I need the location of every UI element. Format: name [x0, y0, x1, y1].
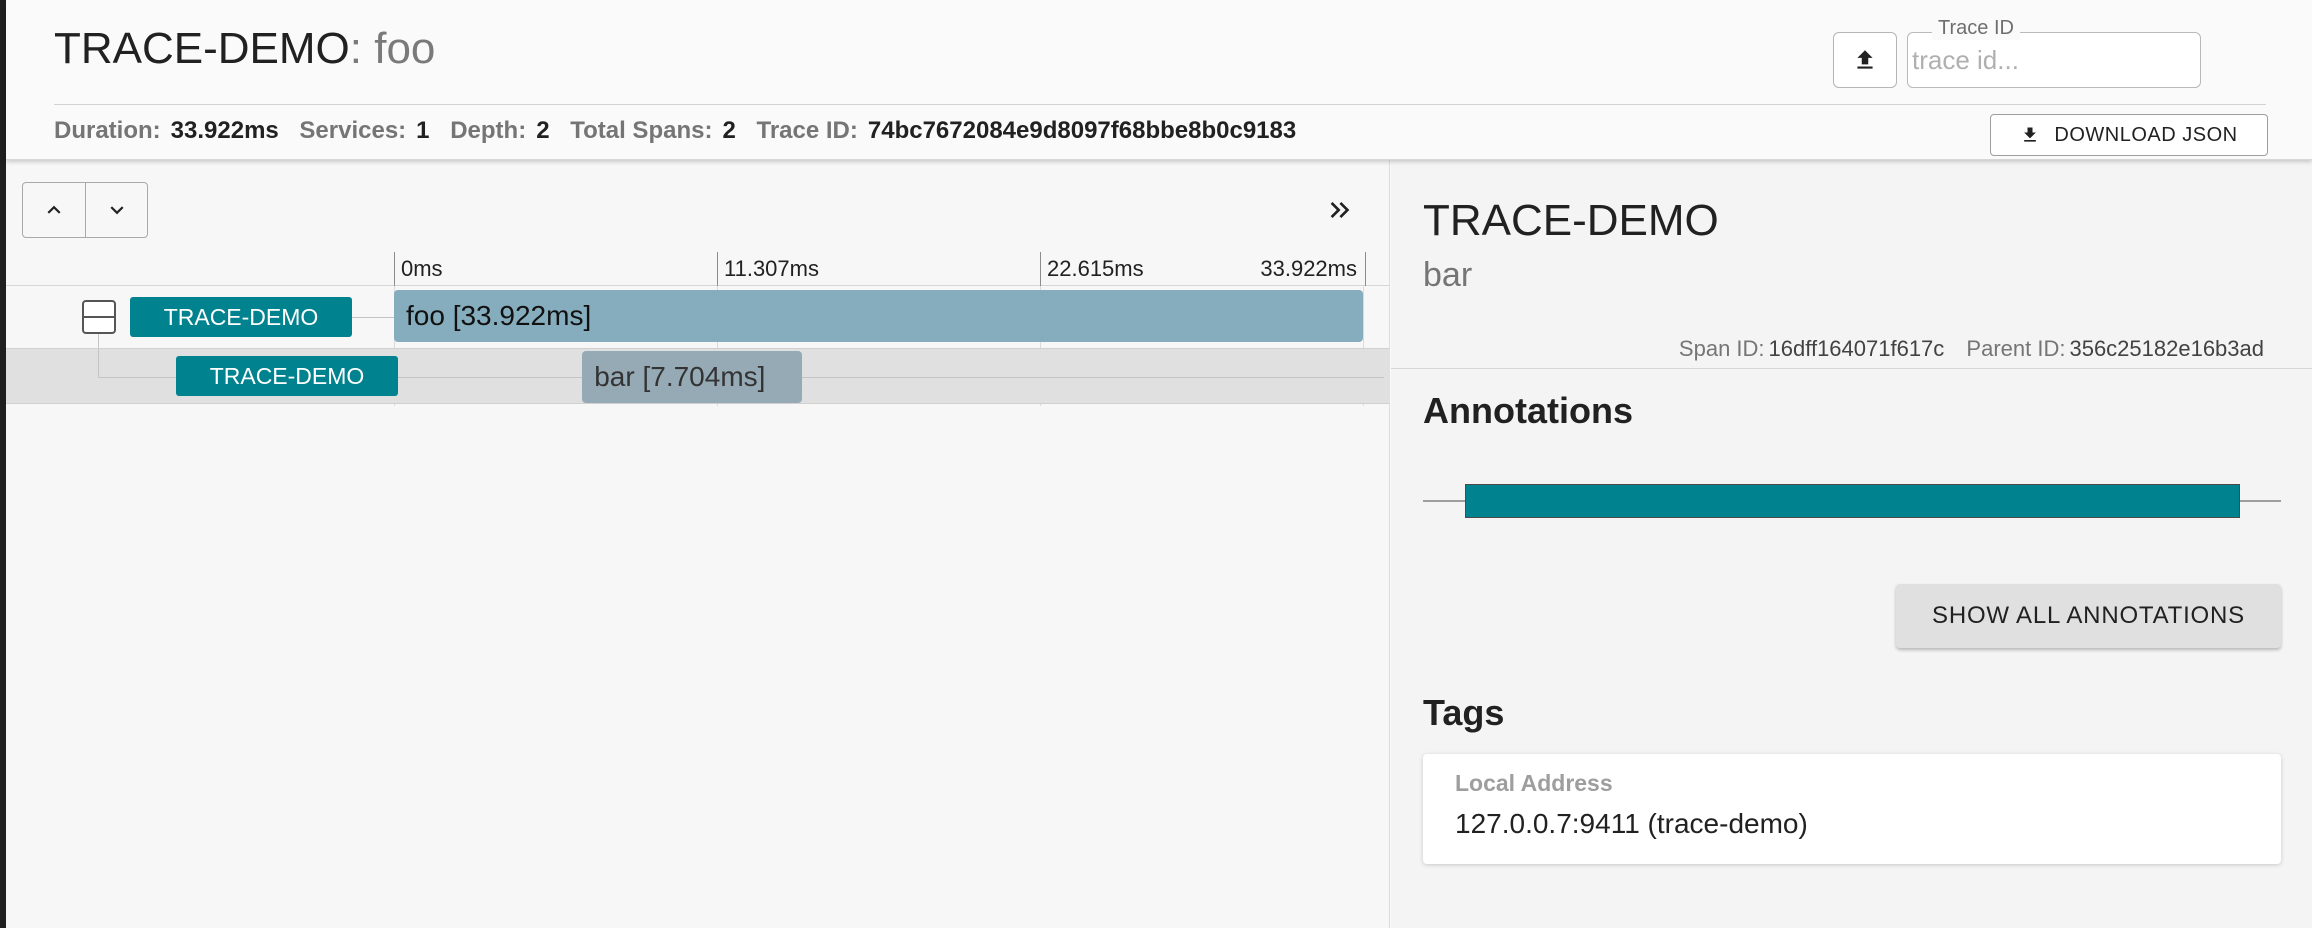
total-spans-label: Total Spans: [570, 117, 713, 144]
annotations-heading: Annotations [1423, 390, 1633, 431]
tag-card: Local Address 127.0.0.7:9411 (trace-demo… [1423, 754, 2281, 864]
header-divider [54, 104, 2266, 105]
parent-id-value: 356c25182e16b3ad [2069, 336, 2264, 361]
tag-key: Local Address [1455, 770, 1613, 796]
timeline-panel: 0ms 11.307ms 22.615ms 33.922ms TRACE-DEM… [6, 160, 1390, 928]
services-label: Services: [299, 117, 407, 144]
collapse-icon[interactable] [82, 300, 116, 334]
span-id-value: 16dff164071f617c [1768, 336, 1945, 361]
service-badge: TRACE-DEMO [176, 356, 398, 396]
tree-connector [98, 349, 99, 377]
title-service-name: TRACE-DEMO [54, 24, 350, 73]
trace-id-input[interactable] [1912, 43, 2192, 77]
detail-divider [1391, 368, 2312, 369]
previous-span-button[interactable] [23, 183, 85, 237]
chevron-up-icon [47, 205, 61, 214]
title-span-name: : foo [349, 24, 436, 73]
span-navigation [22, 182, 148, 238]
span-id-label: Span ID: [1678, 336, 1765, 361]
duration-label: Duration: [54, 117, 161, 144]
download-json-label: DOWNLOAD JSON [2054, 123, 2238, 146]
trace-id-label: Trace ID: [756, 117, 858, 144]
tick-label: 0ms [394, 252, 443, 286]
span-row[interactable]: TRACE-DEMO foo [33.922ms] [6, 288, 1390, 354]
upload-icon [1857, 50, 1873, 69]
total-spans-value: 2 [722, 117, 736, 144]
double-chevron-right-icon [1330, 202, 1350, 218]
tag-value: 127.0.0.7:9411 (trace-demo) [1455, 808, 1808, 839]
tree-connector [398, 377, 1384, 378]
depth-label: Depth: [450, 117, 527, 144]
service-badge: TRACE-DEMO [130, 297, 352, 337]
trace-id-field[interactable]: Trace ID [1907, 17, 2201, 88]
upload-json-button[interactable] [1833, 32, 1897, 88]
trace-header: TRACE-DEMO: foo Trace ID Duration: 33.922… [6, 0, 2312, 160]
depth-value: 2 [536, 117, 550, 144]
parent-id-label: Parent ID: [1966, 336, 2066, 361]
span-bar-foo[interactable]: foo [33.922ms] [394, 290, 1363, 342]
page-title: TRACE-DEMO: foo [54, 24, 435, 74]
download-icon [2024, 127, 2037, 142]
trace-stats: Duration: 33.922ms Services: 1 Depth: 2 Tot… [54, 117, 1310, 145]
tree-connector [352, 317, 394, 318]
tree-connector [98, 377, 176, 378]
tick-label: 33.922ms [1260, 252, 1366, 286]
span-row-selected[interactable]: TRACE-DEMO bar [7.704ms] [6, 348, 1390, 404]
toggle-detail-button[interactable] [1320, 190, 1360, 230]
tick-label: 11.307ms [717, 252, 819, 286]
detail-service-name: TRACE-DEMO [1423, 196, 1719, 245]
trace-id-field-label: Trace ID [1932, 17, 2020, 40]
span-ids: Span ID: 16dff164071f617c Parent ID: 356c2… [1679, 336, 2264, 362]
show-all-annotations-button[interactable]: SHOW ALL ANNOTATIONS [1896, 584, 2281, 648]
download-json-button[interactable]: DOWNLOAD JSON [1990, 114, 2268, 156]
tags-heading: Tags [1423, 692, 1505, 733]
trace-id-value: 74bc7672084e9d8097f68bbe8b0c9183 [867, 117, 1297, 144]
span-bar-bar[interactable]: bar [7.704ms] [582, 351, 803, 403]
detail-span-name: bar [1423, 256, 1473, 294]
duration-value: 33.922ms [170, 117, 279, 144]
next-span-button[interactable] [85, 183, 147, 237]
tick-label: 22.615ms [1040, 252, 1144, 286]
chevron-down-icon [110, 206, 123, 215]
services-value: 1 [416, 117, 430, 144]
timeline-ticks: 0ms 11.307ms 22.615ms 33.922ms [6, 252, 1390, 286]
span-detail-panel: TRACE-DEMO bar Span ID: 16dff164071f617c … [1391, 160, 2312, 928]
annotation-duration-bar[interactable] [1465, 484, 2240, 518]
